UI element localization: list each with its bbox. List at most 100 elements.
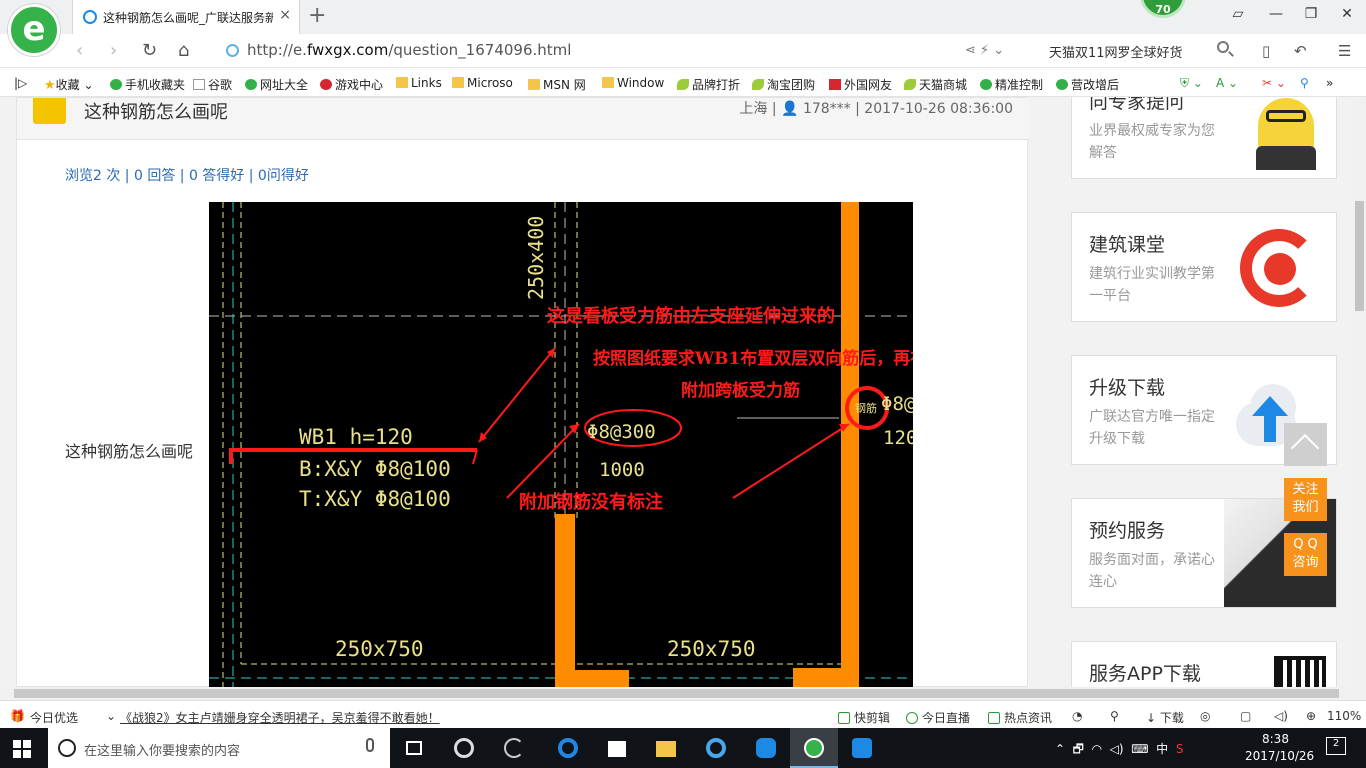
windows-start-icon[interactable] [13, 740, 31, 758]
quick-clip-button[interactable]: 快剪辑 [838, 709, 890, 726]
app-download-card[interactable]: 服务APP下载 [1071, 641, 1337, 687]
ie-mode-icon[interactable]: ◎ [1200, 709, 1210, 723]
leaf-icon [677, 79, 689, 90]
mobile-icon[interactable]: ▯ [1262, 42, 1270, 60]
tab-active[interactable]: 这种钢筋怎么画呢_广联达服务新干线 × [72, 0, 300, 34]
more-tools-icon[interactable]: » [1326, 76, 1333, 90]
note-wb1-requirement: 按照图纸要求WB1布置双层双向筋后，再布置 [593, 348, 913, 369]
bookmark-item[interactable]: 淘宝团购 [752, 76, 815, 93]
vertical-scrollbar-thumb[interactable] [1355, 201, 1364, 311]
bookmark-item[interactable]: 网址大全 [245, 76, 308, 93]
live-button[interactable]: 今日直播 [906, 709, 970, 726]
maximize-icon[interactable]: ❐ [1301, 6, 1321, 22]
download-button[interactable]: ↓ 下载 [1146, 709, 1184, 726]
tab-close-icon[interactable]: × [279, 7, 291, 23]
file-explorer-icon[interactable] [642, 728, 690, 768]
news-icon [988, 712, 1000, 724]
task-view-icon[interactable] [392, 728, 440, 768]
blue-app-icon[interactable] [838, 728, 886, 768]
swirl-app-icon[interactable] [490, 728, 538, 768]
notification-center-icon[interactable]: 2 [1326, 737, 1346, 755]
shield-icon[interactable]: ⛨ ⌄ [1180, 76, 1203, 91]
today-pick-link[interactable]: 今日优选 [30, 709, 78, 726]
browser-logo[interactable]: e [8, 4, 60, 56]
play-icon [838, 712, 850, 724]
taskbar-search-box[interactable]: 在这里输入你要搜索的内容 [48, 728, 390, 768]
sogou-icon[interactable]: S [1176, 742, 1184, 756]
refresh-icon[interactable]: ↻ [142, 40, 157, 61]
clock-time[interactable]: 8:38 [1262, 732, 1289, 746]
minimize-icon[interactable]: — [1266, 6, 1286, 22]
follow-us-button[interactable]: 关注 我们 [1284, 478, 1327, 521]
chevron-down-icon[interactable]: ⌄ [106, 709, 116, 723]
vertical-scrollbar[interactable] [1353, 97, 1366, 687]
window-icon[interactable]: ▢ [1240, 709, 1251, 723]
chat-icon [1056, 79, 1068, 90]
bookmark-item[interactable]: Microso [452, 76, 513, 90]
menu-icon[interactable]: ☰ [1338, 42, 1351, 60]
zoom-icon[interactable]: ⊕ [1306, 709, 1316, 723]
internet-explorer-icon[interactable] [692, 728, 740, 768]
store-icon[interactable] [594, 728, 642, 768]
back-icon[interactable]: ‹ [76, 40, 83, 61]
translate-icon[interactable]: A ⌄ [1216, 76, 1238, 90]
news-ticker-link[interactable]: 《战狼2》女主卢靖姗身穿全透明裙子，吴京羞得不敢看她！ [120, 709, 440, 726]
new-tab-button[interactable]: + [308, 3, 326, 28]
rebar-spacing-label: Φ8@300 [587, 421, 656, 443]
bookmark-item[interactable]: Links [396, 76, 442, 90]
bookmark-favorites[interactable]: ★收藏 ⌄ [44, 76, 94, 93]
close-window-icon[interactable]: ✕ [1337, 6, 1357, 22]
ask-expert-card[interactable]: 向专家提问 业界最权威专家为您解答 [1071, 97, 1337, 179]
bookmark-item[interactable]: 游戏中心 [320, 76, 383, 93]
undo-icon[interactable]: ↶ [1294, 42, 1307, 60]
home-icon[interactable]: ⌂ [178, 40, 189, 61]
sidebar-toggle-icon[interactable]: |▷ [14, 76, 27, 90]
skin-icon[interactable]: ▱ [1228, 6, 1248, 22]
microphone-icon[interactable] [366, 738, 374, 752]
clock-date[interactable]: 2017/10/26 [1245, 749, 1314, 763]
slab-label-line2: B:X&Y Φ8@100 [299, 457, 451, 481]
pinwheel-app-icon[interactable] [440, 728, 488, 768]
side-card-desc: 建筑行业实训教学第一平台 [1089, 266, 1215, 304]
forward-icon[interactable]: › [110, 40, 117, 61]
zoom-level[interactable]: 110% [1327, 709, 1361, 723]
bookmark-item[interactable]: MSN 网 [528, 76, 586, 93]
bookmark-item[interactable]: Window [602, 76, 664, 90]
qq-consult-button[interactable]: Q Q 咨询 [1284, 533, 1327, 576]
scissors-icon[interactable]: ✂ ⌄ [1262, 76, 1286, 90]
building-class-card[interactable]: 建筑课堂 建筑行业实训教学第一平台 [1071, 212, 1337, 322]
360-browser-taskbar-icon[interactable] [790, 728, 838, 768]
glodon-app-icon[interactable] [742, 728, 790, 768]
game-icon [320, 79, 332, 90]
zoom-tool-icon[interactable]: ⚲ [1300, 76, 1309, 90]
site-info-icon[interactable] [226, 44, 239, 57]
red-swirl-logo-icon [1228, 223, 1328, 313]
page-icon [193, 79, 205, 90]
bookmark-item[interactable]: 天猫商城 [904, 76, 967, 93]
search-icon[interactable] [1217, 41, 1229, 53]
bookmark-item[interactable]: 品牌打折 [677, 76, 740, 93]
share-icon[interactable]: ⋖ ⚡ ⌄ [965, 43, 1004, 58]
horizontal-scrollbar[interactable] [0, 687, 1366, 700]
bookmark-item[interactable]: 营改增后 [1056, 76, 1119, 93]
points-badge[interactable]: 70 [1140, 0, 1186, 18]
search-hint[interactable]: 天猫双11网罗全球好货 [1049, 42, 1183, 61]
bookmark-item[interactable]: 谷歌 [193, 76, 232, 93]
side-card-title: 预约服务 [1089, 520, 1166, 542]
system-tray[interactable]: ⌃ 🗗 ◠ ◁) ⌨ 中 S [1055, 740, 1183, 761]
cad-drawing-image[interactable]: 250x400 WB1 h=120 B:X&Y Φ8@100 T:X&Y Φ8@… [209, 202, 913, 687]
bookmark-item[interactable]: 外国网友 [829, 76, 892, 93]
pin-icon[interactable]: ⚲ [1110, 709, 1119, 723]
beam-left-label: 250x750 [335, 637, 424, 661]
hot-news-button[interactable]: 热点资讯 [988, 709, 1052, 726]
edge-browser-icon[interactable] [544, 728, 592, 768]
bookmark-item[interactable]: 手机收藏夹 [110, 76, 185, 93]
bookmark-item[interactable]: 精准控制 [980, 76, 1043, 93]
volume-icon[interactable]: ◁) [1274, 709, 1288, 723]
speed-icon[interactable]: ◔ [1072, 709, 1082, 723]
question-stats[interactable]: 浏览2 次 | 0 回答 | 0 答得好 | 0问得好 [65, 165, 309, 185]
horizontal-scrollbar-thumb[interactable] [14, 689, 1339, 698]
address-bar[interactable]: http://e.fwxgx.com/question_1674096.html [220, 38, 1040, 64]
back-to-top-button[interactable] [1284, 423, 1327, 466]
ime-indicator[interactable]: 中 [1156, 742, 1168, 756]
